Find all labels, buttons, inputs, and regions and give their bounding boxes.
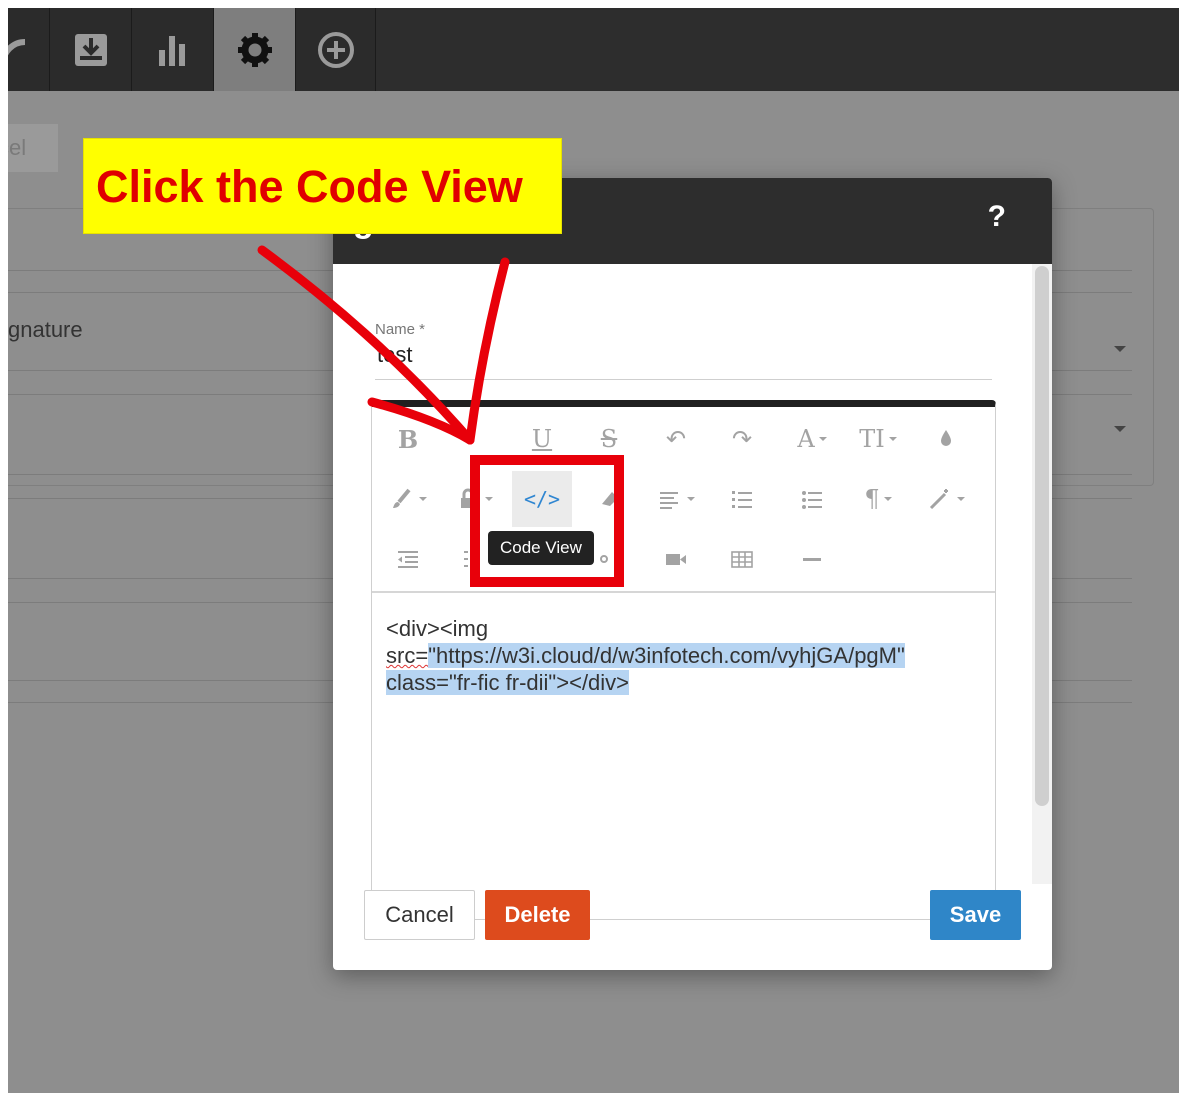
undo-button[interactable]: ↶ (646, 411, 706, 467)
chevron-down-icon (419, 497, 427, 501)
horizontal-line-button[interactable] (782, 531, 842, 587)
outdent-icon (398, 551, 418, 568)
video-button[interactable] (646, 531, 706, 587)
save-button[interactable]: Save (930, 890, 1021, 940)
redo-icon: ↷ (731, 425, 753, 453)
plus-circle-icon (317, 31, 354, 68)
chevron-down-icon[interactable] (1114, 346, 1126, 352)
paragraph-format-button[interactable]: ¶ (848, 471, 908, 527)
background-cancel-button[interactable]: cel (8, 124, 58, 172)
table-icon (731, 551, 753, 568)
nav-rss-button[interactable] (8, 8, 50, 91)
align-button[interactable] (646, 471, 706, 527)
top-nav-bar (8, 8, 1179, 91)
unordered-list-icon (802, 491, 822, 509)
horizontal-line-icon (803, 558, 821, 561)
color-drop-icon (941, 430, 951, 446)
bold-icon: B (397, 424, 419, 454)
nav-settings-button[interactable] (214, 8, 296, 91)
chevron-down-icon (687, 497, 695, 501)
font-family-icon: A (797, 425, 815, 453)
redo-button[interactable]: ↷ (712, 411, 772, 467)
signature-modal: g ? Name * test B U S ↶ ↷ A TI (333, 178, 1052, 970)
code-line: <div><img (386, 615, 966, 642)
chevron-down-icon (883, 497, 892, 501)
code-text: src= (386, 643, 429, 668)
magic-wand-icon (929, 489, 948, 510)
align-icon (660, 492, 678, 509)
scrollbar-thumb[interactable] (1035, 266, 1049, 806)
table-button[interactable] (712, 531, 772, 587)
video-icon (666, 554, 686, 565)
background-field-label: gnature (8, 317, 83, 342)
selected-code-text: class="fr-fic fr-dii"></div> (386, 670, 630, 695)
rich-text-editor: B U S ↶ ↷ A TI </> ¶ <div><img src="http… (371, 400, 996, 920)
outdent-button[interactable] (378, 531, 438, 587)
paint-brush-icon (393, 488, 411, 508)
chevron-down-icon (957, 497, 965, 501)
code-line: class="fr-fic fr-dii"></div> (386, 669, 966, 696)
code-view-textarea[interactable]: <div><img src="https://w3i.cloud/d/w3inf… (386, 615, 966, 696)
paragraph-style-button[interactable] (378, 471, 438, 527)
delete-button[interactable]: Delete (485, 890, 590, 940)
editor-toolbar: B U S ↶ ↷ A TI </> ¶ (372, 407, 995, 593)
font-family-button[interactable]: A (782, 411, 842, 467)
color-button[interactable] (916, 411, 976, 467)
modal-scrollbar[interactable] (1032, 264, 1052, 884)
code-text: <div><img (386, 616, 489, 641)
name-field-label: Name * (375, 321, 426, 338)
ordered-list-button[interactable] (712, 471, 772, 527)
code-line: src="https://w3i.cloud/d/w3infotech.com/… (386, 642, 966, 669)
bold-button[interactable]: B (378, 411, 438, 467)
chevron-down-icon (888, 437, 897, 441)
paragraph-icon: ¶ (864, 485, 880, 513)
cancel-button[interactable]: Cancel (364, 890, 475, 940)
rss-icon (8, 38, 25, 55)
unordered-list-button[interactable] (782, 471, 842, 527)
nav-inbox-button[interactable] (50, 8, 132, 91)
underline-icon: U (531, 425, 553, 453)
font-size-button[interactable]: TI (848, 411, 908, 467)
annotation-highlight-box (470, 455, 624, 587)
selected-code-text: "https://w3i.cloud/d/w3infotech.com/vyhj… (428, 643, 905, 668)
undo-icon: ↶ (665, 425, 687, 453)
chevron-down-icon (818, 437, 827, 441)
nav-stats-button[interactable] (132, 8, 214, 91)
gear-icon (237, 32, 272, 67)
bar-chart-icon (158, 35, 185, 66)
name-input[interactable]: test (377, 342, 412, 368)
help-button[interactable]: ? (988, 200, 1006, 234)
nav-add-button[interactable] (296, 8, 376, 91)
strikethrough-icon: S (600, 425, 618, 453)
chevron-down-icon[interactable] (1114, 426, 1126, 432)
magic-wand-button[interactable] (916, 471, 976, 527)
font-size-icon: TI (859, 425, 885, 453)
name-input-underline (375, 379, 992, 380)
annotation-callout: Click the Code View (83, 138, 562, 234)
inbox-download-icon (74, 33, 107, 66)
ordered-list-icon (732, 491, 752, 508)
